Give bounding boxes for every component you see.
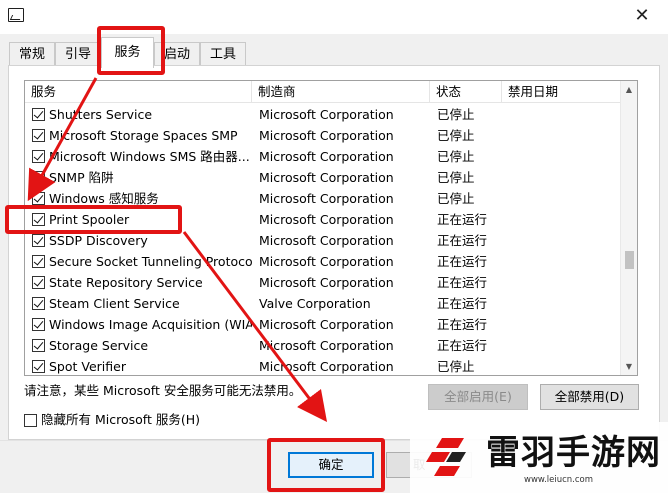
title-bar: ✕ — [0, 0, 668, 34]
service-name: Steam Client Service — [49, 296, 180, 311]
service-status: 已停止 — [437, 359, 475, 374]
service-name: Secure Socket Tunneling Protoco... — [49, 254, 252, 269]
tab-tools[interactable]: 工具 — [200, 42, 246, 67]
list-header: 服务 制造商 状态 禁用日期 — [25, 81, 621, 103]
service-status: 正在运行 — [437, 275, 488, 290]
service-status: 正在运行 — [437, 296, 488, 311]
service-row[interactable]: Microsoft Storage Spaces SMP Microsoft Co… — [25, 125, 621, 146]
service-checkbox[interactable] — [32, 234, 45, 247]
service-name: Print Spooler — [49, 212, 130, 227]
scroll-down-icon[interactable]: ▼ — [621, 358, 637, 375]
service-name: SNMP 陷阱 — [49, 170, 114, 185]
list-body: Shutters Service Microsoft Corporation 已停止… — [25, 104, 621, 375]
service-row[interactable]: Windows Image Acquisition (WIA) Microsoft… — [25, 314, 621, 335]
tab-strip: 常规 引导 服务 启动 工具 — [0, 34, 668, 68]
service-checkbox[interactable] — [32, 108, 45, 121]
scrollbar-thumb[interactable] — [625, 251, 634, 269]
vertical-scrollbar[interactable]: ▲ ▼ — [620, 81, 637, 375]
service-checkbox[interactable] — [32, 339, 45, 352]
close-button[interactable]: ✕ — [630, 4, 654, 28]
tab-startup[interactable]: 启动 — [154, 42, 200, 67]
service-name: Windows Image Acquisition (WIA) — [49, 317, 252, 332]
service-status: 正在运行 — [437, 254, 488, 269]
service-manufacturer: Microsoft Corporation — [259, 170, 394, 185]
disable-all-button[interactable]: 全部禁用(D) — [540, 384, 639, 410]
hide-microsoft-label: 隐藏所有 Microsoft 服务(H) — [41, 412, 200, 427]
service-manufacturer: Microsoft Corporation — [259, 359, 394, 374]
service-row-print-spooler[interactable]: Print Spooler Microsoft Corporation 正在运行 — [25, 209, 621, 230]
service-row[interactable]: Shutters Service Microsoft Corporation 已停止 — [25, 104, 621, 125]
service-checkbox[interactable] — [32, 171, 45, 184]
service-checkbox[interactable] — [32, 129, 45, 142]
service-manufacturer: Microsoft Corporation — [259, 191, 394, 206]
service-row[interactable]: Steam Client Service Valve Corporation 正在运… — [25, 293, 621, 314]
service-manufacturer: Microsoft Corporation — [259, 338, 394, 353]
msconfig-icon — [8, 8, 24, 22]
service-name: Spot Verifier — [49, 359, 126, 374]
service-status: 已停止 — [437, 191, 475, 206]
ok-button[interactable]: 确定 — [288, 452, 374, 478]
service-manufacturer: Microsoft Corporation — [259, 212, 394, 227]
hide-microsoft-checkbox[interactable] — [24, 414, 37, 427]
brand-logo-icon — [426, 438, 466, 476]
service-name: Storage Service — [49, 338, 149, 353]
enable-all-button[interactable]: 全部启用(E) — [428, 384, 528, 410]
service-checkbox[interactable] — [32, 360, 45, 373]
site-watermark: 雷羽手游网 www.leiucn.com — [410, 422, 668, 493]
service-row[interactable]: Windows 感知服务 Microsoft Corporation 已停止 — [25, 188, 621, 209]
service-name: Microsoft Windows SMS 路由器... — [49, 149, 250, 164]
service-name: Shutters Service — [49, 107, 153, 122]
column-header-service[interactable]: 服务 — [25, 81, 252, 103]
service-checkbox[interactable] — [32, 192, 45, 205]
service-status: 已停止 — [437, 107, 475, 122]
tab-boot[interactable]: 引导 — [55, 42, 101, 67]
service-status: 已停止 — [437, 128, 475, 143]
watermark-name: 雷羽手游网 — [486, 433, 661, 473]
service-checkbox[interactable] — [32, 255, 45, 268]
service-manufacturer: Microsoft Corporation — [259, 254, 394, 269]
service-manufacturer: Valve Corporation — [259, 296, 371, 311]
service-manufacturer: Microsoft Corporation — [259, 107, 394, 122]
service-manufacturer: Microsoft Corporation — [259, 233, 394, 248]
service-manufacturer: Microsoft Corporation — [259, 317, 394, 332]
service-checkbox[interactable] — [32, 213, 45, 226]
security-notice: 请注意，某些 Microsoft 安全服务可能无法禁用。 — [24, 383, 302, 398]
service-status: 正在运行 — [437, 233, 488, 248]
column-header-status[interactable]: 状态 — [430, 81, 502, 103]
service-row[interactable]: SNMP 陷阱 Microsoft Corporation 已停止 — [25, 167, 621, 188]
scroll-up-icon[interactable]: ▲ — [621, 81, 637, 98]
service-name: State Repository Service — [49, 275, 203, 290]
watermark-url: www.leiucn.com — [524, 475, 594, 485]
service-name: SSDP Discovery — [49, 233, 148, 248]
services-list[interactable]: 服务 制造商 状态 禁用日期 Shutters Service Microsoft… — [24, 80, 638, 376]
column-header-manufacturer[interactable]: 制造商 — [252, 81, 430, 103]
service-row[interactable]: Spot Verifier Microsoft Corporation 已停止 — [25, 356, 621, 375]
service-row[interactable]: Secure Socket Tunneling Protoco... Micros… — [25, 251, 621, 272]
service-manufacturer: Microsoft Corporation — [259, 275, 394, 290]
service-row[interactable]: State Repository Service Microsoft Corpor… — [25, 272, 621, 293]
service-name: Microsoft Storage Spaces SMP — [49, 128, 238, 143]
service-row[interactable]: Microsoft Windows SMS 路由器... Microsoft Co… — [25, 146, 621, 167]
service-manufacturer: Microsoft Corporation — [259, 149, 394, 164]
service-status: 已停止 — [437, 170, 475, 185]
service-checkbox[interactable] — [32, 150, 45, 163]
service-status: 已停止 — [437, 149, 475, 164]
service-status: 正在运行 — [437, 212, 488, 227]
service-checkbox[interactable] — [32, 318, 45, 331]
tab-general[interactable]: 常规 — [9, 42, 55, 67]
service-status: 正在运行 — [437, 338, 488, 353]
service-row[interactable]: SSDP Discovery Microsoft Corporation 正在运行 — [25, 230, 621, 251]
service-name: Windows 感知服务 — [49, 191, 159, 206]
service-checkbox[interactable] — [32, 297, 45, 310]
tab-services[interactable]: 服务 — [101, 37, 154, 68]
service-checkbox[interactable] — [32, 276, 45, 289]
service-manufacturer: Microsoft Corporation — [259, 128, 394, 143]
column-header-disable-date[interactable]: 禁用日期 — [502, 81, 621, 103]
service-status: 正在运行 — [437, 317, 488, 332]
service-row[interactable]: Storage Service Microsoft Corporation 正在运行 — [25, 335, 621, 356]
